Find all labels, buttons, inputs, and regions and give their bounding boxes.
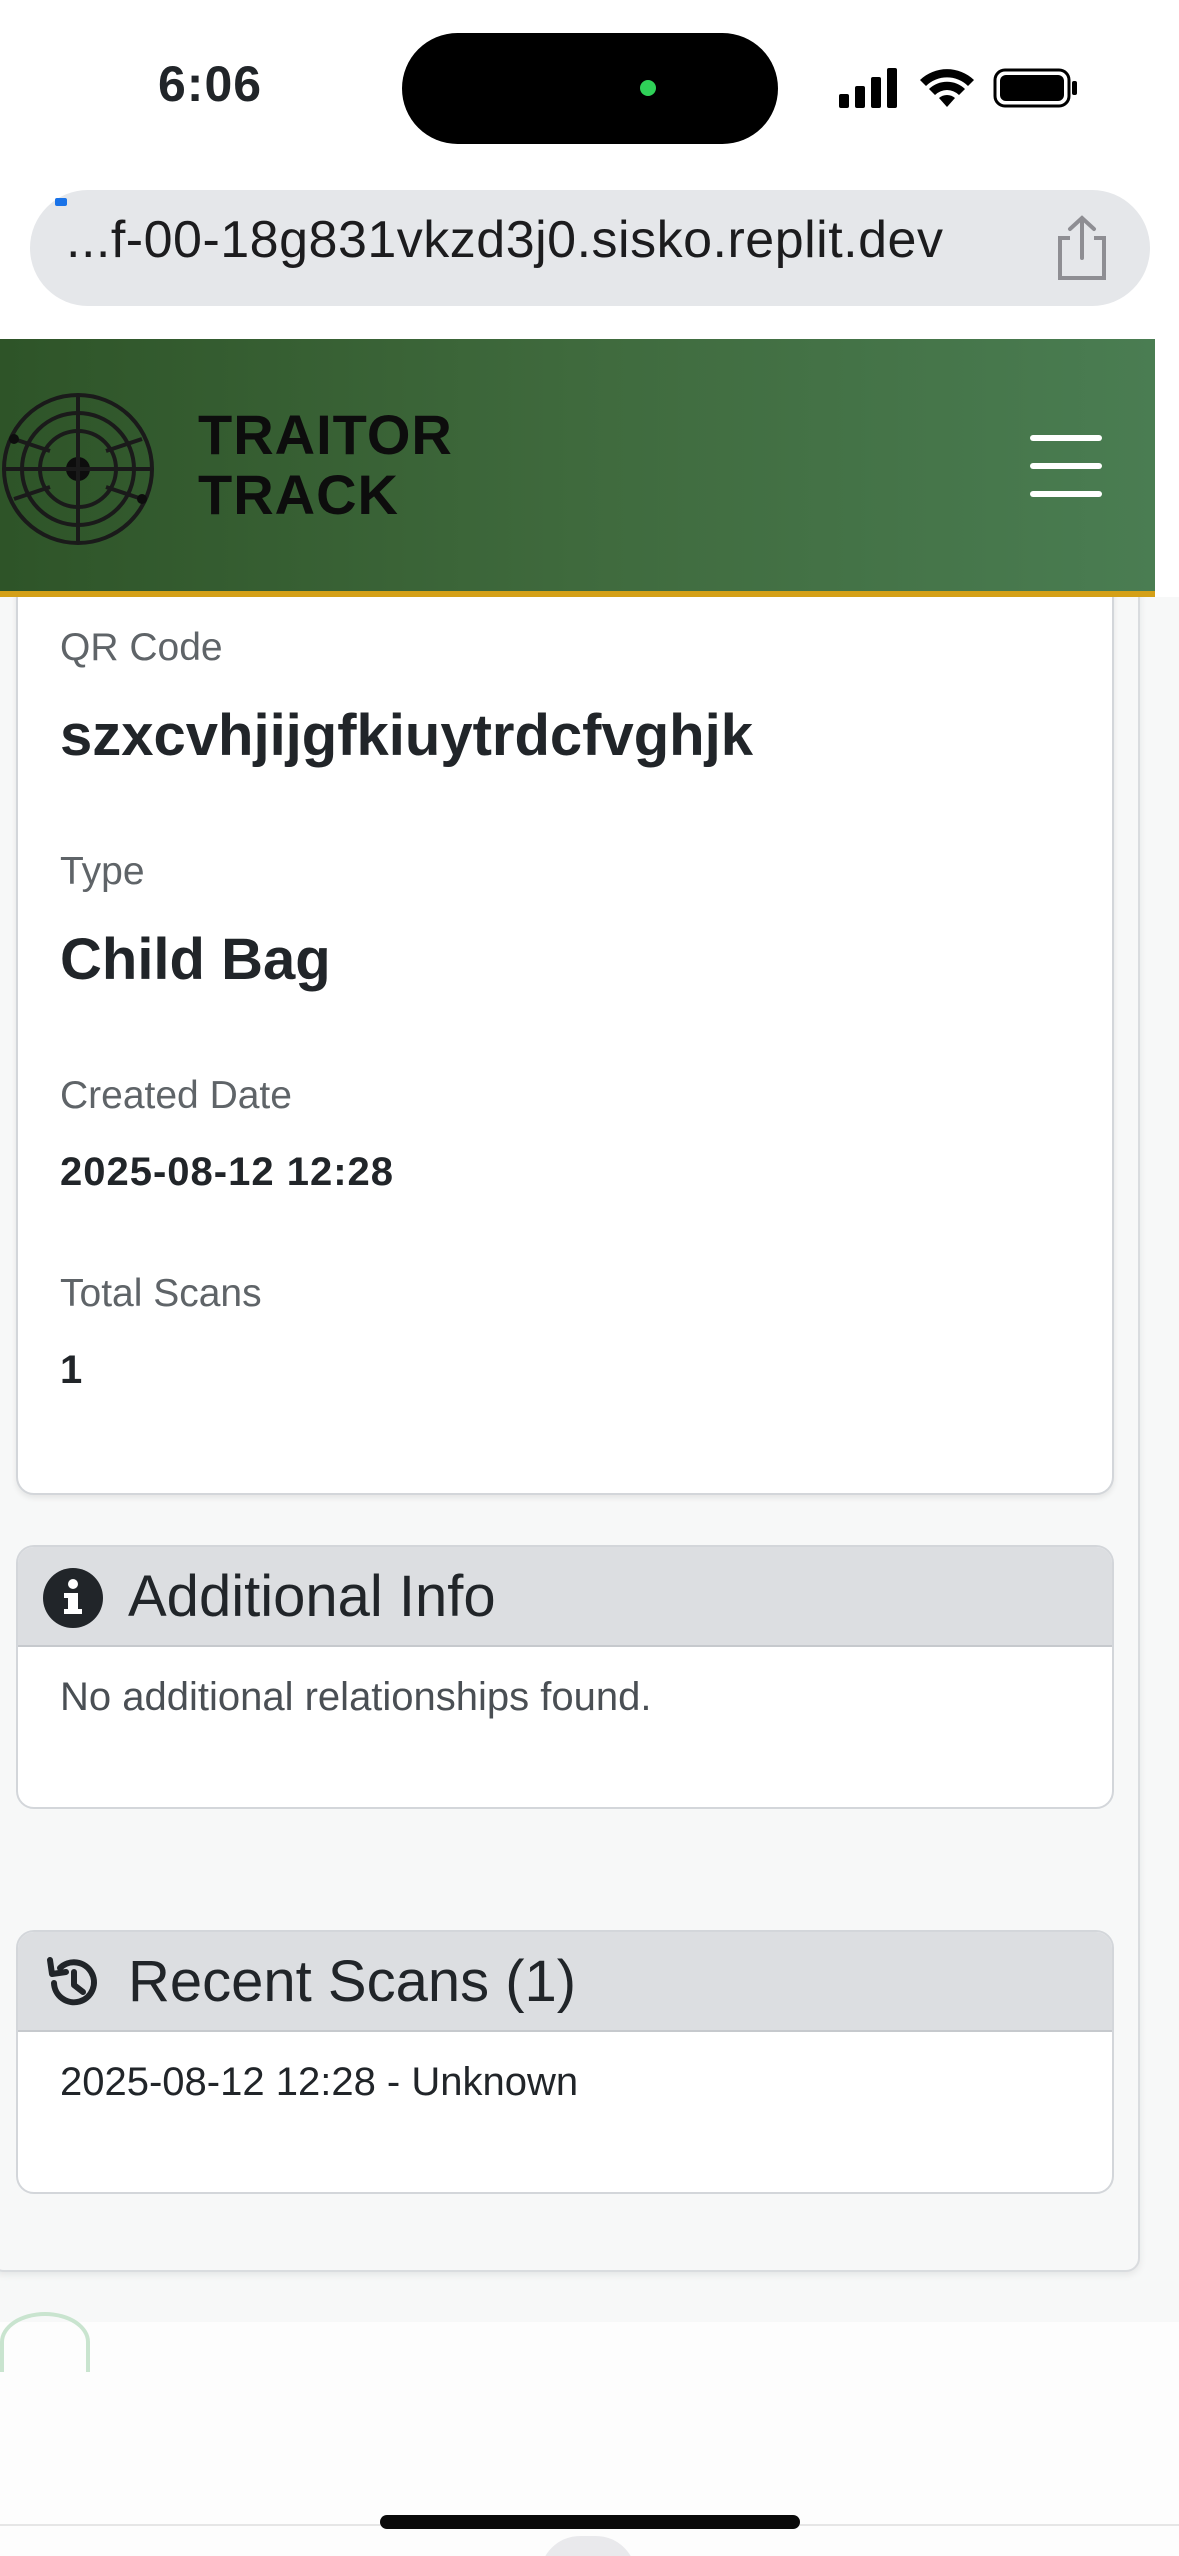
- status-time: 6:06: [158, 56, 263, 112]
- menu-toggle-button[interactable]: [1030, 435, 1112, 501]
- recent-scans-header: Recent Scans (1): [18, 1932, 1112, 2032]
- floating-action-partial[interactable]: [0, 2312, 90, 2372]
- additional-info-text: No additional relationships found.: [60, 1675, 652, 1719]
- brand-line-2: TRACK: [198, 463, 399, 526]
- dynamic-island: [402, 33, 778, 144]
- hamburger-bar: [1030, 435, 1102, 441]
- created-date-value: 2025-08-12 12:28: [60, 1150, 395, 1194]
- brand-line-1: TRAITOR: [198, 403, 453, 466]
- qr-code-value: szxcvhjijgfkiuytrdcfvghjk: [60, 703, 753, 768]
- hamburger-bar: [1030, 463, 1102, 469]
- hamburger-bar: [1030, 491, 1102, 497]
- qr-code-label: QR Code: [60, 626, 223, 669]
- additional-info-card: Additional Info No additional relationsh…: [16, 1545, 1114, 1809]
- bag-details-card: QR Code szxcvhjijgfkiuytrdcfvghjk Type C…: [16, 540, 1114, 1495]
- camera-indicator-icon: [640, 80, 656, 96]
- total-scans-value: 1: [60, 1348, 84, 1392]
- url-text[interactable]: ...f-00-18g831vkzd3j0.sisko.replit.dev: [66, 190, 943, 306]
- app-header: TRAITOR TRACK: [0, 339, 1155, 597]
- history-icon: [47, 1957, 97, 2006]
- cellular-signal-icon: [839, 68, 897, 108]
- type-label: Type: [60, 850, 145, 893]
- recent-scans-card: Recent Scans (1) 2025-08-12 12:28 - Unkn…: [16, 1930, 1114, 2194]
- additional-info-header: Additional Info: [18, 1547, 1112, 1647]
- wifi-icon: [920, 69, 974, 107]
- info-circle-icon: [43, 1568, 103, 1628]
- scan-list-item[interactable]: 2025-08-12 12:28 - Unknown: [60, 2060, 578, 2105]
- total-scans-label: Total Scans: [60, 1272, 262, 1315]
- additional-info-title: Additional Info: [128, 1564, 496, 1629]
- recent-scans-title: Recent Scans (1): [128, 1949, 577, 2014]
- share-icon[interactable]: [1052, 214, 1112, 282]
- type-value: Child Bag: [60, 927, 331, 992]
- created-date-label: Created Date: [60, 1074, 292, 1117]
- address-bar[interactable]: ...f-00-18g831vkzd3j0.sisko.replit.dev: [30, 190, 1150, 306]
- status-bar: 6:06: [0, 0, 1179, 176]
- home-indicator: [380, 2515, 800, 2529]
- traitor-track-logo[interactable]: [0, 391, 156, 547]
- battery-icon: [993, 68, 1077, 108]
- status-icons: [839, 64, 1079, 112]
- brand-name[interactable]: TRAITOR TRACK: [198, 405, 498, 525]
